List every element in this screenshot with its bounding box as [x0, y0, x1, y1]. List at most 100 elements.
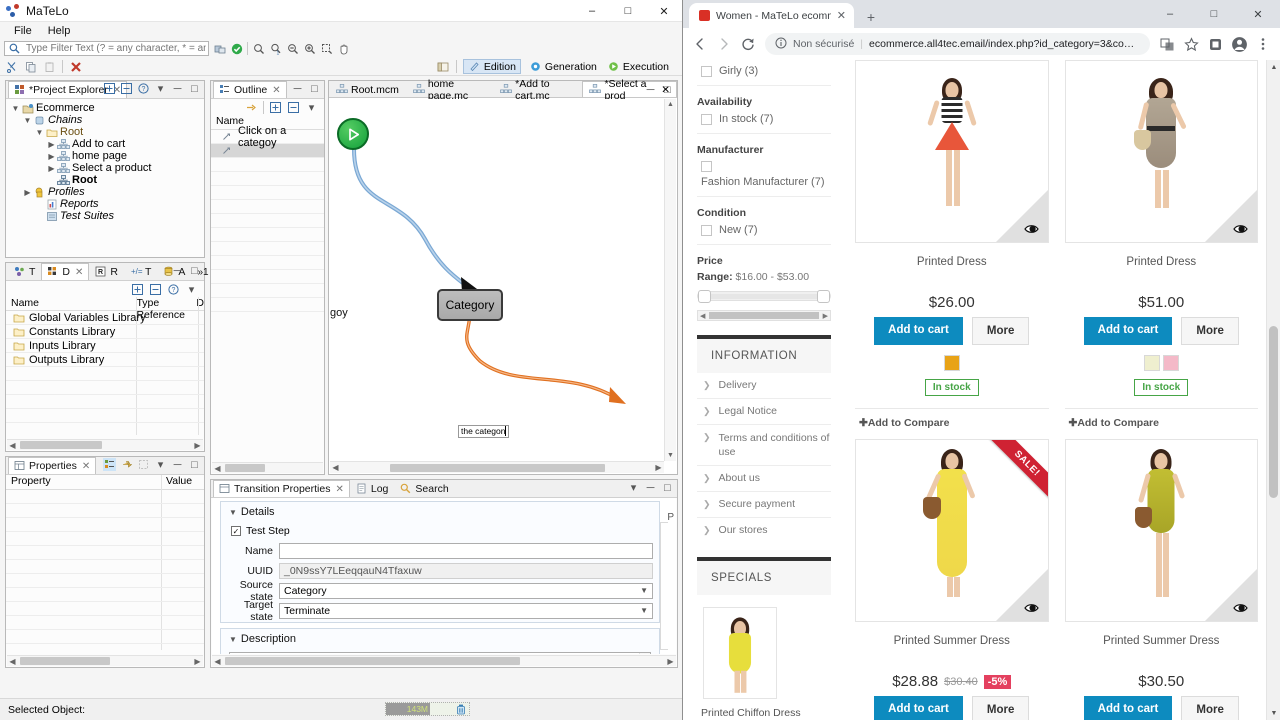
maximize-view-icon[interactable]: □ — [188, 458, 201, 471]
scroll-thumb[interactable] — [20, 441, 102, 449]
canvas-hscrollbar[interactable]: ◀ ▶ — [330, 461, 664, 473]
link-with-editor-icon[interactable] — [213, 42, 226, 55]
state-node-category[interactable]: Category — [437, 289, 503, 321]
extension-icon[interactable] — [1204, 33, 1226, 55]
maximize-view-icon[interactable]: □ — [661, 83, 674, 96]
minimize-view-icon[interactable]: ─ — [291, 82, 304, 95]
specials-product-image[interactable] — [703, 607, 777, 699]
scroll-thumb[interactable] — [389, 463, 605, 472]
product-name[interactable]: Printed Dress — [855, 256, 1049, 268]
list-item[interactable] — [211, 200, 324, 214]
tab-tags[interactable]: +/= T — [124, 263, 157, 280]
scroll-thumb[interactable] — [709, 312, 819, 319]
filter-input-wrapper[interactable] — [4, 41, 209, 56]
details-header[interactable]: ▼ Details — [221, 502, 659, 522]
expand-all-icon[interactable] — [269, 101, 282, 114]
menu-file[interactable]: File — [6, 24, 40, 38]
info-link-our-stores[interactable]: ❯ Our stores — [697, 518, 831, 543]
table-row[interactable]: Constants Library — [6, 325, 204, 339]
filter-new[interactable]: New (7) — [701, 224, 831, 236]
expand-all-icon[interactable] — [103, 82, 116, 95]
scroll-up-icon[interactable]: ▲ — [642, 653, 649, 654]
perspective-generation[interactable]: Generation — [527, 60, 599, 73]
heap-status-monitor[interactable]: 143M — [385, 702, 470, 716]
sidebar-hscrollbar[interactable]: ◀ ▶ — [697, 310, 831, 321]
chevron-down-icon[interactable]: ▼ — [640, 586, 648, 595]
table-row[interactable] — [6, 504, 204, 518]
link-icon[interactable] — [245, 101, 258, 114]
zoom-selection-icon[interactable]: 1 — [269, 42, 282, 55]
checkbox[interactable] — [701, 161, 712, 172]
scroll-down-icon[interactable]: ▼ — [1267, 706, 1280, 720]
scroll-left-icon[interactable]: ◀ — [7, 441, 18, 450]
checkbox[interactable] — [701, 224, 712, 236]
tree-node[interactable]: Reports — [10, 198, 204, 210]
project-tree[interactable]: ▼ Ecommerce ▼ Chains ▼ Root ▶ Add to car… — [6, 99, 204, 222]
view-menu-icon[interactable]: ▾ — [627, 481, 640, 494]
add-to-compare[interactable]: ✚Add to Compare — [855, 408, 1049, 439]
test-step-row[interactable]: ✓ Test Step — [221, 522, 659, 539]
add-to-cart-button[interactable]: Add to cart — [1083, 696, 1173, 720]
add-to-cart-button[interactable]: Add to cart — [874, 317, 963, 345]
list-item[interactable] — [211, 242, 324, 256]
tree-node[interactable]: ▶ Profiles — [10, 186, 204, 198]
transition-form-hscrollbar[interactable]: ◀ ▶ — [212, 655, 676, 666]
tab-close-icon[interactable]: ✕ — [75, 267, 83, 278]
table-row[interactable]: Outputs Library — [6, 353, 204, 367]
tree-node[interactable]: ▶ Add to cart — [10, 138, 204, 150]
info-link-legal-notice[interactable]: ❯ Legal Notice — [697, 399, 831, 425]
more-button[interactable]: More — [971, 696, 1030, 720]
tab-properties[interactable]: Properties ✕ — [8, 457, 97, 474]
twisty-down-icon[interactable]: ▼ — [10, 104, 21, 113]
tree-node[interactable]: ▼ Chains — [10, 114, 204, 126]
more-button[interactable]: More — [971, 317, 1030, 345]
tab-data[interactable]: D ✕ — [41, 263, 90, 280]
table-row[interactable] — [6, 395, 204, 409]
open-perspective-icon[interactable] — [437, 60, 450, 73]
tab-log[interactable]: Log — [350, 480, 395, 497]
table-row[interactable] — [6, 602, 204, 616]
table-row[interactable] — [6, 518, 204, 532]
tab-close-icon[interactable]: ✕ — [272, 85, 280, 96]
omnibox[interactable]: Non sécurisé | ecommerce.all4tec.email/i… — [765, 33, 1150, 55]
editor-tab-addtocart[interactable]: *Add to cart.mc — [493, 78, 582, 102]
more-button[interactable]: More — [1181, 696, 1239, 720]
scroll-left-icon[interactable]: ◀ — [7, 657, 18, 666]
zoom-out-icon[interactable] — [286, 42, 299, 55]
scroll-right-icon[interactable]: ▶ — [821, 312, 830, 320]
table-row[interactable] — [6, 409, 204, 423]
tree-node[interactable]: ▶ Select a product — [10, 162, 204, 174]
chevron-down-icon[interactable]: ▼ — [229, 635, 237, 644]
scroll-left-icon[interactable]: ◀ — [698, 312, 707, 320]
field-name-input[interactable] — [279, 542, 653, 559]
slider-knob-min[interactable] — [698, 290, 711, 303]
minimize-view-icon[interactable]: ─ — [644, 83, 657, 96]
chevron-down-icon[interactable]: ▼ — [229, 508, 237, 517]
product-image[interactable] — [1064, 60, 1258, 243]
scroll-thumb[interactable] — [20, 657, 110, 665]
filter-input[interactable] — [24, 42, 208, 55]
tab-requirements[interactable]: R R — [89, 263, 124, 280]
outline-hscrollbar[interactable]: ◀ — [212, 462, 323, 473]
checkbox[interactable] — [701, 113, 712, 125]
maximize-button[interactable]: □ — [610, 0, 646, 22]
twisty-right-icon[interactable]: ▶ — [46, 152, 57, 161]
zoom-fit-icon[interactable] — [252, 42, 265, 55]
field-source-state-select[interactable]: Category ▼ — [279, 582, 653, 599]
filter-fashion-manufacturer[interactable]: Fashion Manufacturer (7) — [701, 161, 831, 188]
filter-girly[interactable]: Girly (3) — [701, 65, 831, 77]
translate-icon[interactable] — [1156, 33, 1178, 55]
maximize-view-icon[interactable]: □ — [188, 264, 201, 277]
description-textarea[interactable]: ▲ ▼ — [229, 652, 651, 654]
scroll-right-icon[interactable]: ▶ — [192, 441, 203, 450]
description-header[interactable]: ▼ Description — [221, 629, 659, 649]
trash-icon[interactable] — [453, 704, 469, 715]
info-link-delivery[interactable]: ❯ Delivery — [697, 373, 831, 399]
twisty-right-icon[interactable]: ▶ — [46, 164, 57, 173]
minimize-view-icon[interactable]: ─ — [171, 82, 184, 95]
list-item[interactable] — [211, 256, 324, 270]
checkbox[interactable] — [701, 65, 712, 77]
twisty-right-icon[interactable]: ▶ — [22, 188, 33, 197]
table-row[interactable] — [6, 381, 204, 395]
product-image[interactable] — [1064, 439, 1258, 622]
